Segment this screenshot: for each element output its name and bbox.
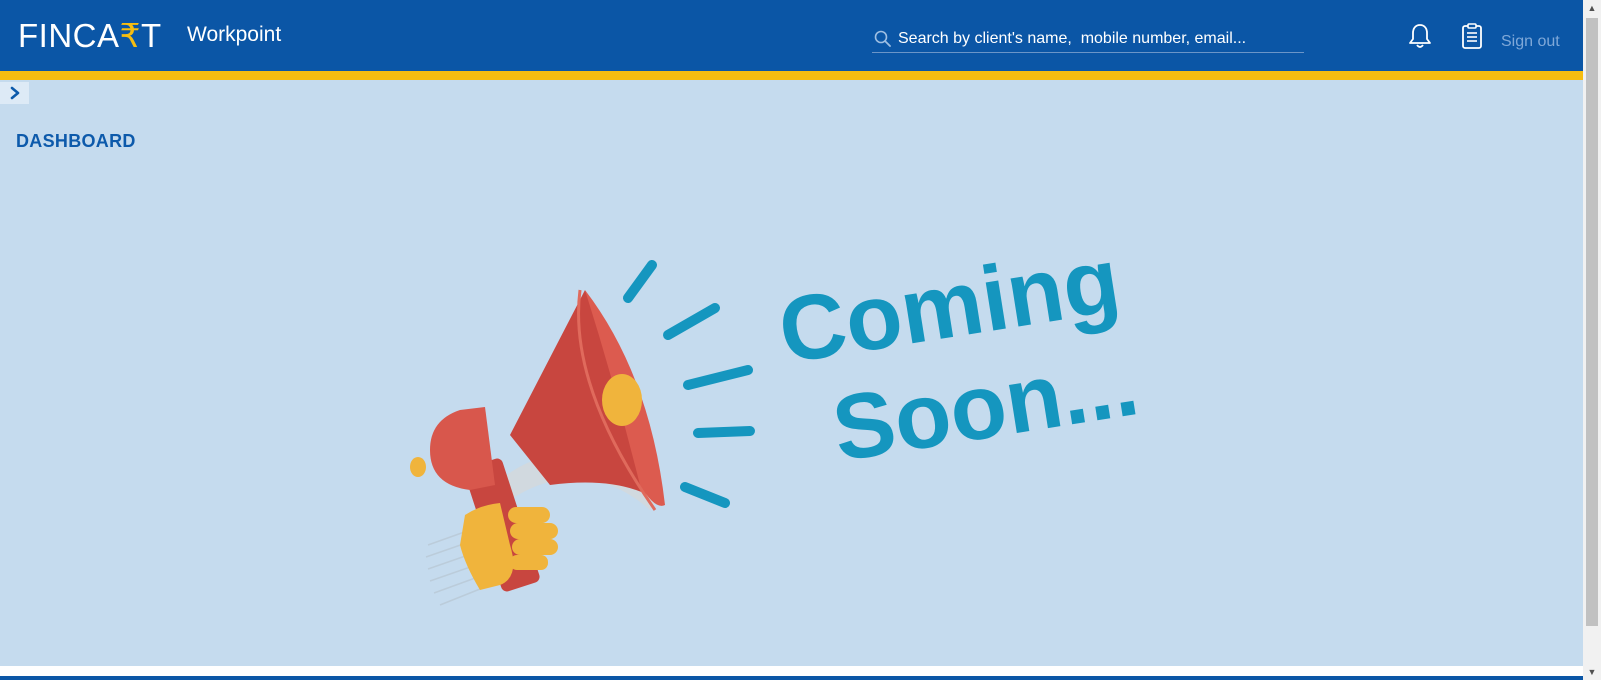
search-input[interactable] bbox=[898, 29, 1288, 48]
search-bar[interactable] bbox=[872, 25, 1304, 53]
scroll-up-arrow-icon[interactable]: ▲ bbox=[1583, 0, 1601, 16]
search-icon bbox=[874, 30, 891, 47]
logo-text-left: FINCA bbox=[18, 17, 120, 54]
hand bbox=[460, 503, 558, 590]
clipboard-icon[interactable] bbox=[1460, 22, 1484, 50]
vertical-scrollbar[interactable]: ▲ ▼ bbox=[1583, 0, 1601, 680]
bell-icon[interactable] bbox=[1407, 22, 1433, 50]
page-title: DASHBOARD bbox=[16, 131, 136, 151]
app-name: Workpoint bbox=[187, 23, 282, 46]
coming-soon-illustration: Coming Soon... bbox=[410, 229, 1145, 606]
logo-rupee: ₹ bbox=[119, 17, 141, 54]
accent-strip bbox=[0, 71, 1583, 80]
top-navbar: FINCA₹T Workpoint Sign out bbox=[0, 0, 1583, 71]
logo-text-right: T bbox=[141, 17, 162, 54]
chevron-right-icon bbox=[10, 86, 19, 100]
scroll-thumb[interactable] bbox=[1586, 18, 1598, 626]
coming-soon-text: Coming Soon... bbox=[772, 229, 1145, 481]
signout-link[interactable]: Sign out bbox=[1501, 33, 1560, 51]
sidebar-toggle-button[interactable] bbox=[0, 82, 29, 104]
fincart-logo[interactable]: FINCA ₹ T bbox=[18, 18, 162, 54]
footer-strip bbox=[0, 666, 1583, 680]
scroll-down-arrow-icon[interactable]: ▼ bbox=[1583, 664, 1601, 680]
